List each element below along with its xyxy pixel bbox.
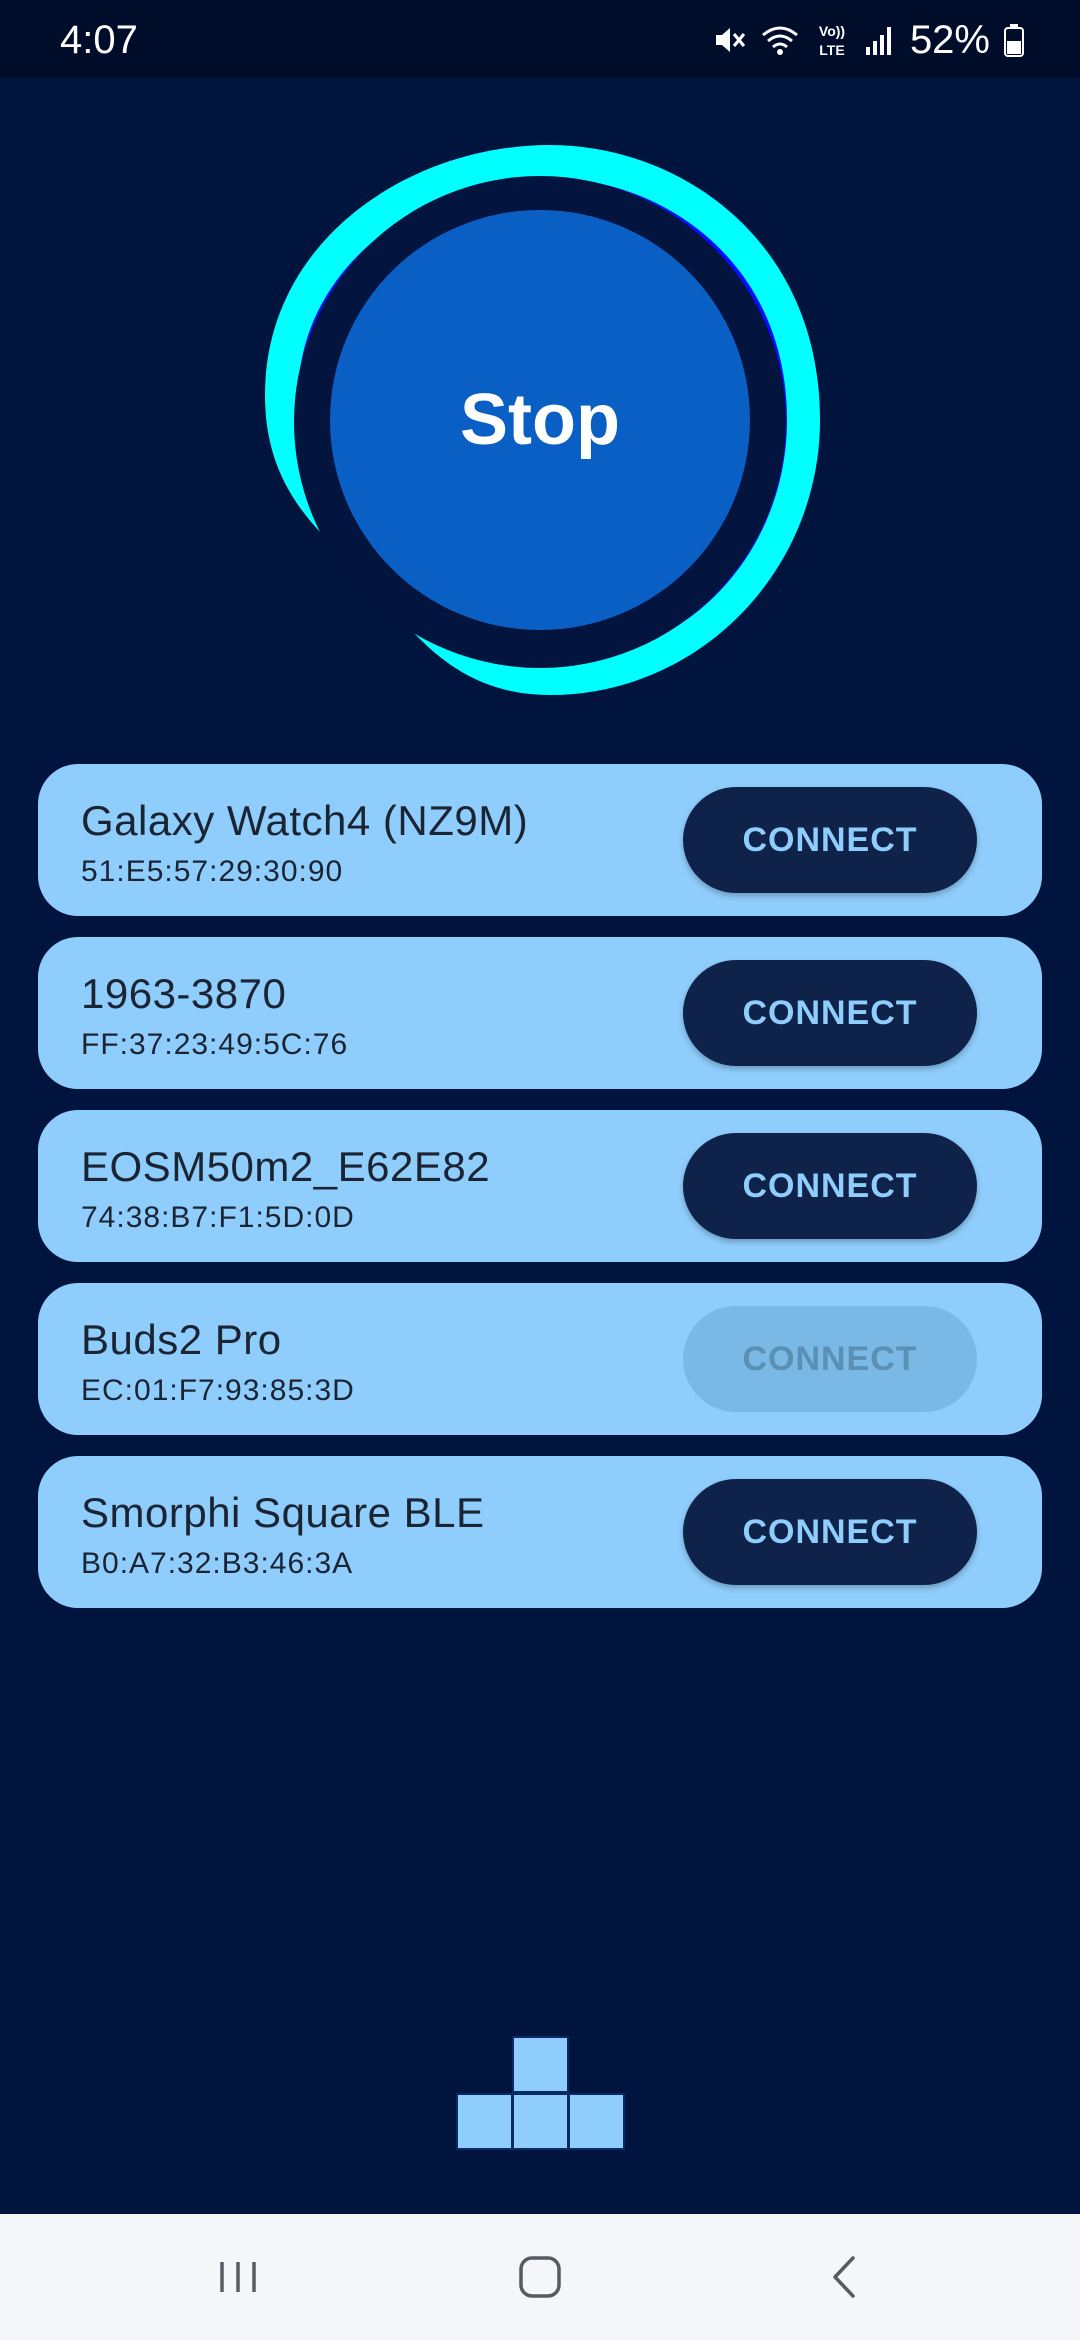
device-name: Smorphi Square BLE [81,1489,485,1536]
device-list: Galaxy Watch4 (NZ9M) 51:E5:57:29:30:90 C… [38,764,1042,1629]
device-address: 51:E5:57:29:30:90 [81,855,344,888]
device-card: 1963-3870 FF:37:23:49:5C:76 CONNECT [38,937,1042,1089]
status-time: 4:07 [60,18,138,62]
device-card: Smorphi Square BLE B0:A7:32:B3:46:3A CON… [38,1456,1042,1608]
device-card: Buds2 Pro EC:01:F7:93:85:3D CONNECT [38,1283,1042,1435]
device-card: Galaxy Watch4 (NZ9M) 51:E5:57:29:30:90 C… [38,764,1042,916]
logo-block [568,2093,625,2150]
device-address: EC:01:F7:93:85:3D [81,1374,355,1407]
stop-scan-button[interactable]: Stop [330,210,750,630]
logo-block [456,2093,513,2150]
navigation-bar [0,2214,1080,2340]
recent-apps-icon[interactable] [198,2242,278,2312]
mute-icon [712,23,746,57]
connect-button[interactable]: CONNECT [683,787,977,893]
device-address: 74:38:B7:F1:5D:0D [81,1201,355,1234]
logo-block [512,2036,569,2093]
device-name: Galaxy Watch4 (NZ9M) [81,797,529,844]
status-bar: 4:07 Vo)) LTE 52% [0,0,1080,78]
status-icons: Vo)) LTE 52% [712,18,1024,62]
device-name: Buds2 Pro [81,1316,282,1363]
device-name: EOSM50m2_E62E82 [81,1143,491,1190]
connect-button[interactable]: CONNECT [683,1479,977,1585]
signal-icon [864,23,896,57]
svg-text:LTE: LTE [819,42,844,58]
connect-button-disabled: CONNECT [683,1306,977,1412]
logo-block [512,2093,569,2150]
battery-icon [1004,23,1024,57]
scan-area: Stop [250,130,850,710]
back-icon[interactable] [803,2242,883,2312]
wifi-icon [760,23,800,57]
connect-button[interactable]: CONNECT [683,1133,977,1239]
connect-button[interactable]: CONNECT [683,960,977,1066]
smorphi-logo [456,2036,626,2152]
battery-percent: 52% [909,18,990,62]
svg-text:Vo)): Vo)) [819,23,845,39]
device-name: 1963-3870 [81,970,287,1017]
device-card: EOSM50m2_E62E82 74:38:B7:F1:5D:0D CONNEC… [38,1110,1042,1262]
device-address: B0:A7:32:B3:46:3A [81,1547,354,1580]
device-address: FF:37:23:49:5C:76 [81,1028,349,1061]
home-icon[interactable] [500,2242,580,2312]
volte-icon: Vo)) LTE [814,21,850,59]
